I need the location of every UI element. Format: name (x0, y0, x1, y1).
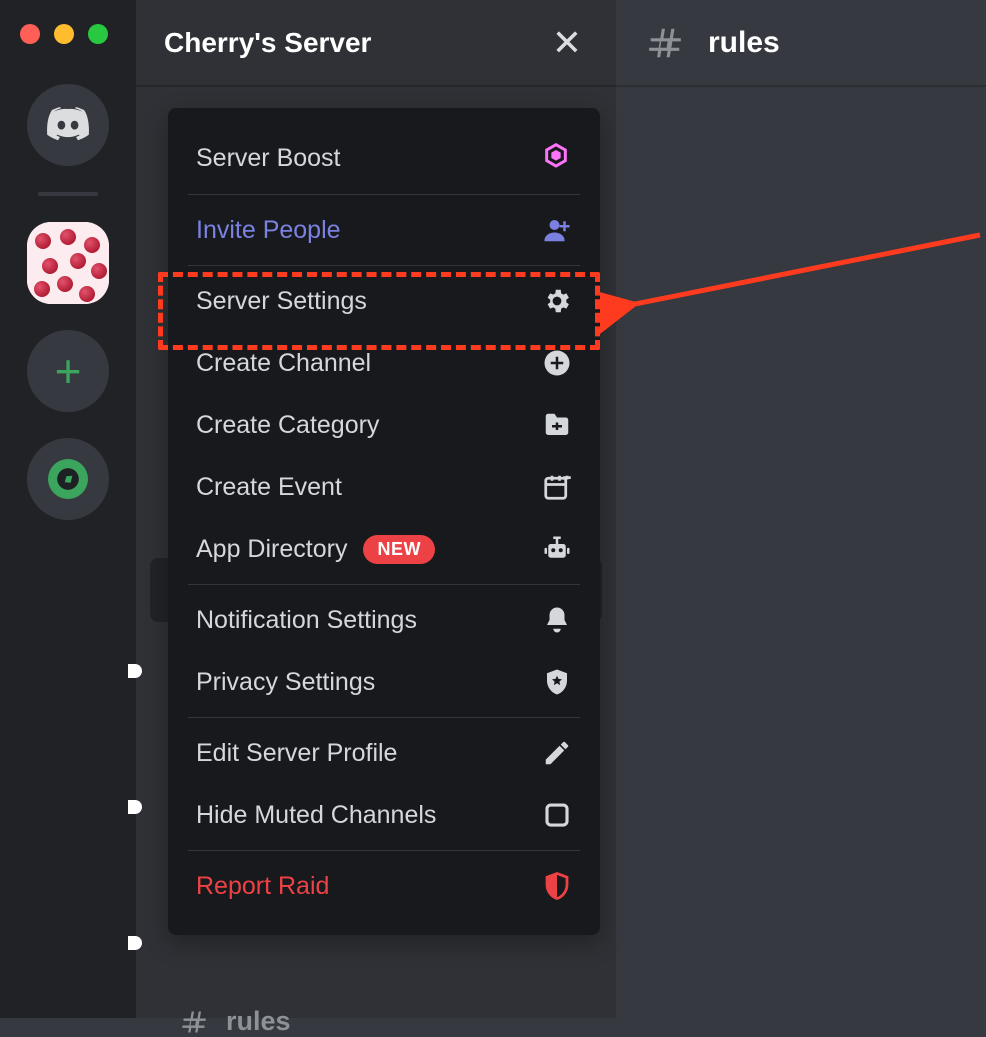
menu-item-create-event[interactable]: Create Event (168, 456, 600, 518)
menu-item-notification-settings[interactable]: Notification Settings (168, 589, 600, 651)
menu-label: Report Raid (196, 872, 329, 901)
menu-separator (188, 194, 580, 195)
plus-circle-icon (542, 348, 572, 378)
server-dropdown-menu: Server Boost Invite People Server Settin… (168, 108, 600, 935)
explore-servers-button[interactable] (27, 438, 109, 520)
bell-icon (542, 605, 572, 635)
calendar-plus-icon (542, 472, 572, 502)
menu-label: App Directory NEW (196, 535, 435, 564)
channel-name-label: rules (708, 26, 780, 60)
add-server-button[interactable]: + (27, 330, 109, 412)
checkbox-empty-icon (542, 800, 572, 830)
rail-divider (38, 192, 98, 196)
robot-icon (542, 534, 572, 564)
server-header[interactable]: Cherry's Server ✕ (136, 0, 616, 86)
plus-icon: + (55, 348, 82, 394)
menu-item-edit-server-profile[interactable]: Edit Server Profile (168, 722, 600, 784)
menu-label: Create Category (196, 411, 379, 440)
menu-item-app-directory[interactable]: App Directory NEW (168, 518, 600, 580)
menu-label: Server Boost (196, 144, 341, 173)
menu-separator (188, 717, 580, 718)
window-zoom-button[interactable] (88, 24, 108, 44)
compass-icon (48, 459, 88, 499)
home-button[interactable] (27, 84, 109, 166)
menu-separator (188, 584, 580, 585)
shield-alert-icon (542, 871, 572, 901)
server-name-label: Cherry's Server (164, 27, 546, 59)
menu-label-text: App Directory (196, 535, 347, 564)
unread-indicator (128, 936, 142, 950)
window-controls (0, 0, 136, 44)
server-avatar-cherry[interactable] (27, 222, 109, 304)
boost-icon (540, 142, 572, 174)
menu-item-hide-muted-channels[interactable]: Hide Muted Channels (168, 784, 600, 846)
hash-icon (180, 1008, 208, 1036)
menu-label: Notification Settings (196, 606, 417, 635)
new-badge: NEW (363, 535, 435, 564)
menu-item-invite-people[interactable]: Invite People (168, 199, 600, 261)
unread-indicator (128, 664, 142, 678)
discord-logo-icon (44, 101, 92, 149)
shield-star-icon (542, 667, 572, 697)
gear-icon (542, 286, 572, 316)
channel-ghost-label: rules (226, 1006, 291, 1037)
menu-separator (188, 265, 580, 266)
channel-item-rules-ghost[interactable]: rules (180, 1006, 291, 1037)
menu-label: Invite People (196, 216, 341, 245)
menu-label: Create Channel (196, 349, 371, 378)
window-close-button[interactable] (20, 24, 40, 44)
menu-label: Privacy Settings (196, 668, 375, 697)
folder-plus-icon (542, 410, 572, 440)
menu-item-server-boost[interactable]: Server Boost (168, 126, 600, 190)
menu-item-create-channel[interactable]: Create Channel (168, 332, 600, 394)
invite-people-icon (542, 215, 572, 245)
channel-header: rules (616, 0, 986, 86)
server-rail: + (0, 0, 136, 1018)
close-icon[interactable]: ✕ (546, 22, 588, 64)
unread-indicator (128, 800, 142, 814)
window-minimize-button[interactable] (54, 24, 74, 44)
main-area: rules (616, 0, 986, 1018)
menu-label: Edit Server Profile (196, 739, 397, 768)
menu-item-report-raid[interactable]: Report Raid (168, 855, 600, 917)
cherry-image-icon (27, 222, 109, 304)
menu-label: Create Event (196, 473, 342, 502)
menu-label: Hide Muted Channels (196, 801, 436, 830)
menu-separator (188, 850, 580, 851)
pencil-icon (542, 738, 572, 768)
menu-label: Server Settings (196, 287, 367, 316)
hash-icon (646, 24, 684, 62)
menu-item-create-category[interactable]: Create Category (168, 394, 600, 456)
menu-item-server-settings[interactable]: Server Settings (168, 270, 600, 332)
menu-item-privacy-settings[interactable]: Privacy Settings (168, 651, 600, 713)
